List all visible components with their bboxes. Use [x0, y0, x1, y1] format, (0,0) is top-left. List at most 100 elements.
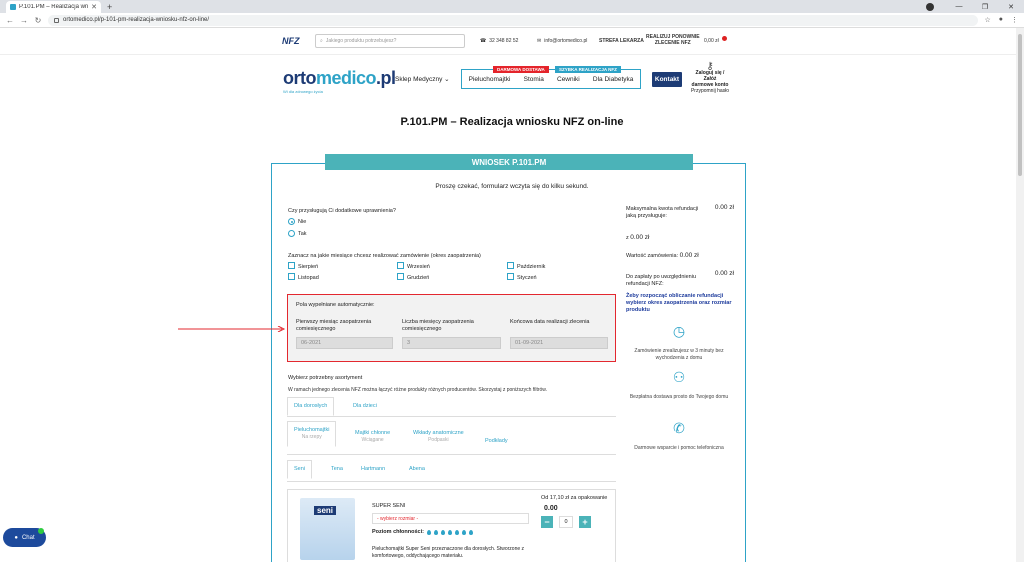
top-strip: NFZ ⌕ Jakiego produktu potrzebujesz? ☎ 32… [0, 28, 1024, 55]
checkbox-month[interactable]: Styczeń [507, 273, 537, 281]
decrease-button[interactable]: − [541, 516, 553, 528]
assortment-title: Wybierz potrzebny asortyment [288, 375, 363, 381]
phone-link[interactable]: ☎ 32 348 82 52 [480, 38, 518, 44]
category-item[interactable]: Cewniki [557, 76, 580, 83]
months-count-field: 3 [402, 337, 501, 349]
minimize-icon[interactable]: — [946, 3, 972, 10]
drop-icon [468, 529, 473, 535]
forward-icon[interactable]: → [20, 16, 28, 25]
checkbox-month[interactable]: Październik [507, 262, 545, 270]
rights-question: Czy przysługują Ci dodatkowe uprawnienia… [288, 208, 396, 214]
tab-adults[interactable]: Dla dorosłych [287, 397, 335, 416]
page-scrollbar[interactable] [1016, 28, 1024, 562]
phone-support-icon: ✆ [673, 420, 685, 436]
scrollbar-thumb[interactable] [1018, 34, 1022, 176]
drop-icon [440, 529, 445, 535]
drop-icon [433, 529, 438, 535]
product-card: seni SUPER SENI - wybierz rozmiar - Pozi… [287, 489, 616, 562]
address-bar: ← → ↻ ortomedico.pl/p-101-pm-realizacja-… [0, 13, 1024, 28]
radio-no[interactable]: Nie [288, 218, 306, 225]
clock-icon: ◷ [672, 323, 686, 339]
login-link[interactable]: ⚷ Zaloguj się / Załóż darmowe konto Przy… [690, 62, 730, 95]
lock-icon [54, 17, 59, 23]
tab-type[interactable]: Wkłady anatomiczne Podpaski [413, 430, 464, 444]
favicon-icon [10, 4, 16, 10]
reload-icon[interactable]: ↻ [34, 16, 42, 25]
product-price: 0.00 [544, 505, 558, 512]
product-image: seni [300, 498, 355, 560]
new-tab-icon[interactable]: + [107, 1, 112, 13]
doctor-zone-link[interactable]: STREFA LEKARZA [599, 38, 644, 44]
category-item[interactable]: Stomia [524, 76, 544, 83]
auto-filled-section: Pola wypełniane automatycznie: Pierwszy … [287, 294, 616, 362]
search-input[interactable]: ⌕ Jakiego produktu potrzebujesz? [315, 34, 465, 48]
absorbency: Poziom chłonności: [372, 529, 473, 535]
cart-total[interactable]: 0,00 zł [704, 38, 719, 44]
chat-button[interactable]: ● Chat [3, 528, 46, 547]
checkbox-month[interactable]: Grudzień [397, 273, 429, 281]
star-icon[interactable]: ☆ [984, 16, 990, 24]
profile-icon[interactable]: ● [999, 16, 1003, 24]
to-pay-label: Do zapłaty po uwzględnieniu refundacji N… [626, 274, 697, 287]
first-month-label: Pierwszy miesiąc zaopatrzenia comiesięcz… [296, 319, 372, 332]
cart-badge-icon[interactable] [722, 36, 727, 41]
type-tabs: Pieluchomajtki Na rzepy Majtki chłonne Wci… [287, 421, 616, 455]
tab-title: P.101.PM – Realizacja wniosku N [19, 4, 89, 10]
tab-type[interactable]: Majtki chłonne Wciągane [355, 430, 390, 444]
radio-unchecked-icon [288, 230, 295, 237]
price-from: Od 17,10 zł za opakowanie [541, 495, 608, 501]
radio-yes[interactable]: Tak [288, 230, 307, 237]
feature-support: ✆ Darmowe wsparcie i pomoc telefoniczna [624, 420, 734, 452]
menu-icon[interactable]: ⋮ [1011, 16, 1018, 24]
tab-brand[interactable]: Hartmann [361, 466, 385, 473]
first-month-field: 06-2021 [296, 337, 393, 349]
drop-icon [461, 529, 466, 535]
logo-tagline: Wi dla zdrowego życia [283, 89, 323, 94]
quantity-stepper: − 0 + [541, 516, 591, 528]
increase-button[interactable]: + [579, 516, 591, 528]
to-pay-value: 0.00 zł [714, 270, 734, 277]
size-select[interactable]: - wybierz rozmiar - [372, 513, 529, 524]
contact-button[interactable]: Kontakt [652, 72, 682, 87]
window-controls: — ❐ ✕ [926, 0, 1024, 13]
page-title: P.101.PM – Realizacja wniosku NFZ on-lin… [400, 116, 624, 128]
browser-tab[interactable]: P.101.PM – Realizacja wniosku N ✕ [6, 1, 101, 13]
tab-kids[interactable]: Dla dzieci [353, 403, 377, 410]
category-item[interactable]: Dla Diabetyka [593, 76, 633, 83]
nfz-reorder-link[interactable]: REALIZUJ PONOWNIE ZLECENIE NFZ [646, 34, 700, 46]
quantity-input[interactable]: 0 [559, 516, 573, 528]
months-count-label: Liczba miesięcy zaopatrzenia comiesięczn… [402, 319, 474, 332]
tab-brand[interactable]: Seni [287, 460, 313, 479]
audience-tabs: Dla dorosłych Dla dzieci [287, 397, 616, 417]
site-logo[interactable]: ortomedico.pl [283, 68, 396, 89]
email-link[interactable]: ✉ info@ortomedico.pl [537, 38, 587, 44]
tab-brand[interactable]: Abena [409, 466, 425, 473]
close-window-icon[interactable]: ✕ [998, 3, 1024, 11]
form-banner: WNIOSEK P.101.PM [325, 154, 693, 170]
url-text: ortomedico.pl/p-101-pm-realizacja-wniosk… [63, 17, 210, 23]
drop-icon [454, 529, 459, 535]
max-refund-value: 0.00 zł [714, 204, 734, 211]
browser-tab-strip: P.101.PM – Realizacja wniosku N ✕ + — ❐ … [0, 0, 1024, 13]
end-date-field: 01-09-2021 [510, 337, 608, 349]
online-status-icon [38, 528, 44, 534]
checkbox-month[interactable]: Sierpień [288, 262, 318, 270]
search-icon: ⌕ [320, 38, 323, 44]
feature-fast: ◷ Zamówienie zrealizujesz w 3 minuty bez… [624, 323, 734, 362]
phone-icon: ☎ [480, 38, 487, 44]
back-icon[interactable]: ← [6, 16, 14, 25]
tab-type[interactable]: Pieluchomajtki Na rzepy [287, 421, 337, 447]
email-icon: ✉ [537, 38, 542, 44]
tab-brand[interactable]: Tena [331, 466, 343, 473]
tab-type[interactable]: Podkłady [485, 438, 508, 445]
brand-tabs: Seni Tena Hartmann Abena [287, 460, 616, 482]
close-tab-icon[interactable]: ✕ [91, 3, 97, 11]
account-icon[interactable] [926, 2, 934, 11]
category-item[interactable]: Pieluchomajtki [469, 76, 511, 83]
order-value: Wartość zamówienia: 0.00 zł [626, 252, 699, 259]
url-field[interactable]: ortomedico.pl/p-101-pm-realizacja-wniosk… [48, 14, 979, 26]
shop-menu[interactable]: Sklep Medyczny ⌄ [395, 75, 450, 83]
checkbox-month[interactable]: Wrzesień [397, 262, 430, 270]
restore-icon[interactable]: ❐ [972, 3, 998, 11]
checkbox-month[interactable]: Listopad [288, 273, 319, 281]
